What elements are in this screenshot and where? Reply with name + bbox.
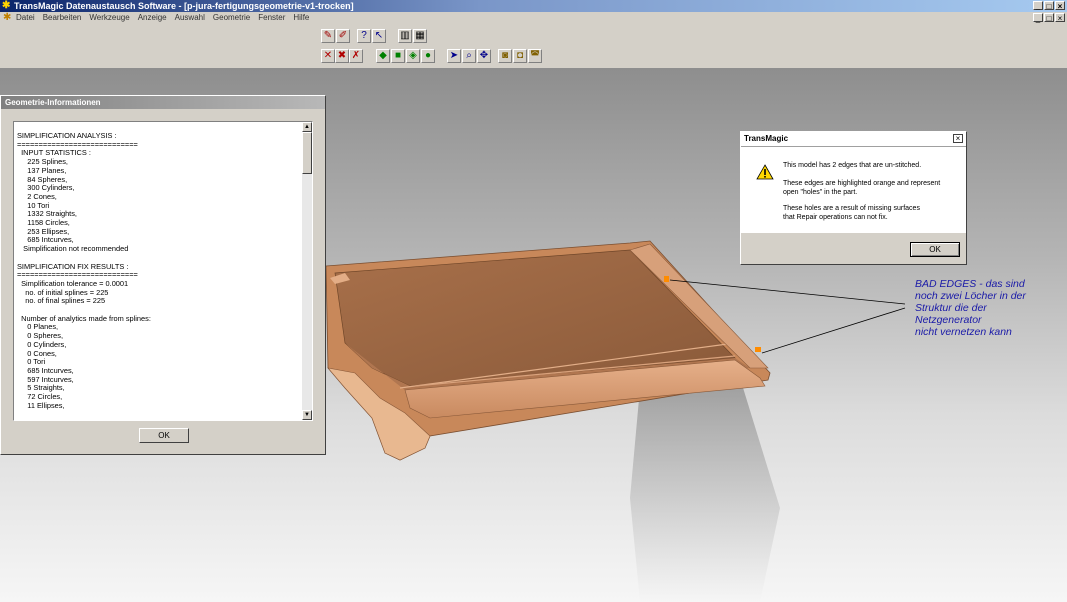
doc-close-button[interactable]: ×: [1055, 13, 1065, 23]
geometry-info-panel: Geometrie-Informationen SIMPLIFICATION A…: [0, 95, 326, 455]
panel-ok-button[interactable]: OK: [139, 428, 189, 443]
geometry-info-text: SIMPLIFICATION ANALYSIS : ==============…: [17, 131, 151, 420]
remove-edge-icon[interactable]: ✗: [349, 49, 363, 63]
minimize-button[interactable]: _: [1033, 1, 1043, 11]
document-icon[interactable]: ✱: [3, 12, 11, 24]
document-window-controls: _ □ ×: [1033, 13, 1065, 23]
menu-bar: ✱ Datei Bearbeiten Werkzeuge Anzeige Aus…: [0, 12, 1067, 24]
annotation-leader-line: [761, 307, 906, 354]
eraser-icon[interactable]: ✐: [336, 29, 350, 43]
menu-bearbeiten[interactable]: Bearbeiten: [43, 12, 82, 24]
grid-view-icon[interactable]: ▦: [413, 29, 427, 43]
move-icon[interactable]: ✥: [477, 49, 491, 63]
cube-icon[interactable]: ■: [391, 49, 405, 63]
app-title: TransMagic Datenaustausch Software - [p-…: [14, 1, 354, 11]
help-icon[interactable]: ?: [357, 29, 371, 43]
unstitched-edge-marker: [664, 276, 669, 282]
camera-front-icon[interactable]: ◘: [513, 49, 527, 63]
dialog-message-3: These holes are a result of missing surf…: [783, 205, 920, 221]
delete-cross-icon[interactable]: ✕: [321, 49, 335, 63]
camera-icon[interactable]: ◙: [498, 49, 512, 63]
geometry-info-textbox[interactable]: SIMPLIFICATION ANALYSIS : ==============…: [13, 121, 313, 421]
menu-fenster[interactable]: Fenster: [258, 12, 285, 24]
dialog-body: This model has 2 edges that are un-stitc…: [741, 147, 966, 233]
scroll-down-button[interactable]: ▼: [302, 410, 312, 420]
dialog-ok-button[interactable]: OK: [910, 242, 960, 257]
pencil-icon[interactable]: ✎: [321, 29, 335, 43]
shell-icon[interactable]: ◈: [406, 49, 420, 63]
menu-datei[interactable]: Datei: [16, 12, 35, 24]
annotation-leader-line: [669, 279, 906, 305]
part-shadow: [630, 378, 780, 602]
solid-icon[interactable]: ◆: [376, 49, 390, 63]
doc-minimize-button[interactable]: _: [1033, 13, 1043, 23]
app-title-bar: ✱ TransMagic Datenaustausch Software - […: [0, 0, 1067, 12]
doc-restore-button[interactable]: □: [1044, 13, 1054, 23]
select-pointer-icon[interactable]: ➤: [447, 49, 461, 63]
zoom-select-icon[interactable]: ⌕: [462, 49, 476, 63]
dialog-message-1: This model has 2 edges that are un-stitc…: [783, 162, 922, 169]
window-controls: _ □ ×: [1033, 1, 1065, 11]
dialog-close-button[interactable]: ×: [953, 134, 963, 143]
maximize-button[interactable]: □: [1044, 1, 1054, 11]
menu-geometrie[interactable]: Geometrie: [213, 12, 250, 24]
camera-side-icon[interactable]: ◚: [528, 49, 542, 63]
dialog-title: TransMagic: [741, 132, 966, 147]
menu-anzeige[interactable]: Anzeige: [138, 12, 167, 24]
sphere-icon[interactable]: ●: [421, 49, 435, 63]
panel-title: Geometrie-Informationen: [1, 96, 325, 109]
tile-windows-icon[interactable]: ▥: [398, 29, 412, 43]
remove-face-icon[interactable]: ✖: [335, 49, 349, 63]
warning-icon: [756, 164, 774, 180]
close-button[interactable]: ×: [1055, 1, 1065, 11]
menu-werkzeuge[interactable]: Werkzeuge: [89, 12, 129, 24]
warning-dialog: TransMagic × This model has 2 edges that…: [740, 131, 967, 265]
unstitched-edge-marker: [755, 347, 761, 352]
vertical-scrollbar[interactable]: ▲ ▼: [302, 122, 312, 420]
menu-hilfe[interactable]: Hilfe: [293, 12, 309, 24]
bad-edges-annotation: BAD EDGES - das sind noch zwei Löcher in…: [915, 278, 1026, 338]
app-icon: ✱: [2, 0, 11, 11]
scroll-up-button[interactable]: ▲: [302, 122, 312, 132]
toolbar: ✎ ✐ ? ↖ ▥ ▦ ✕ ✖ ✗ ◆ ■ ◈ ● ➤ ⌕ ✥ ◙ ◘ ◚: [0, 24, 1067, 69]
menu-auswahl[interactable]: Auswahl: [175, 12, 205, 24]
pointer-help-icon[interactable]: ↖: [372, 29, 386, 43]
scroll-thumb[interactable]: [302, 132, 312, 174]
dialog-message-2: These edges are highlighted orange and r…: [783, 180, 941, 196]
